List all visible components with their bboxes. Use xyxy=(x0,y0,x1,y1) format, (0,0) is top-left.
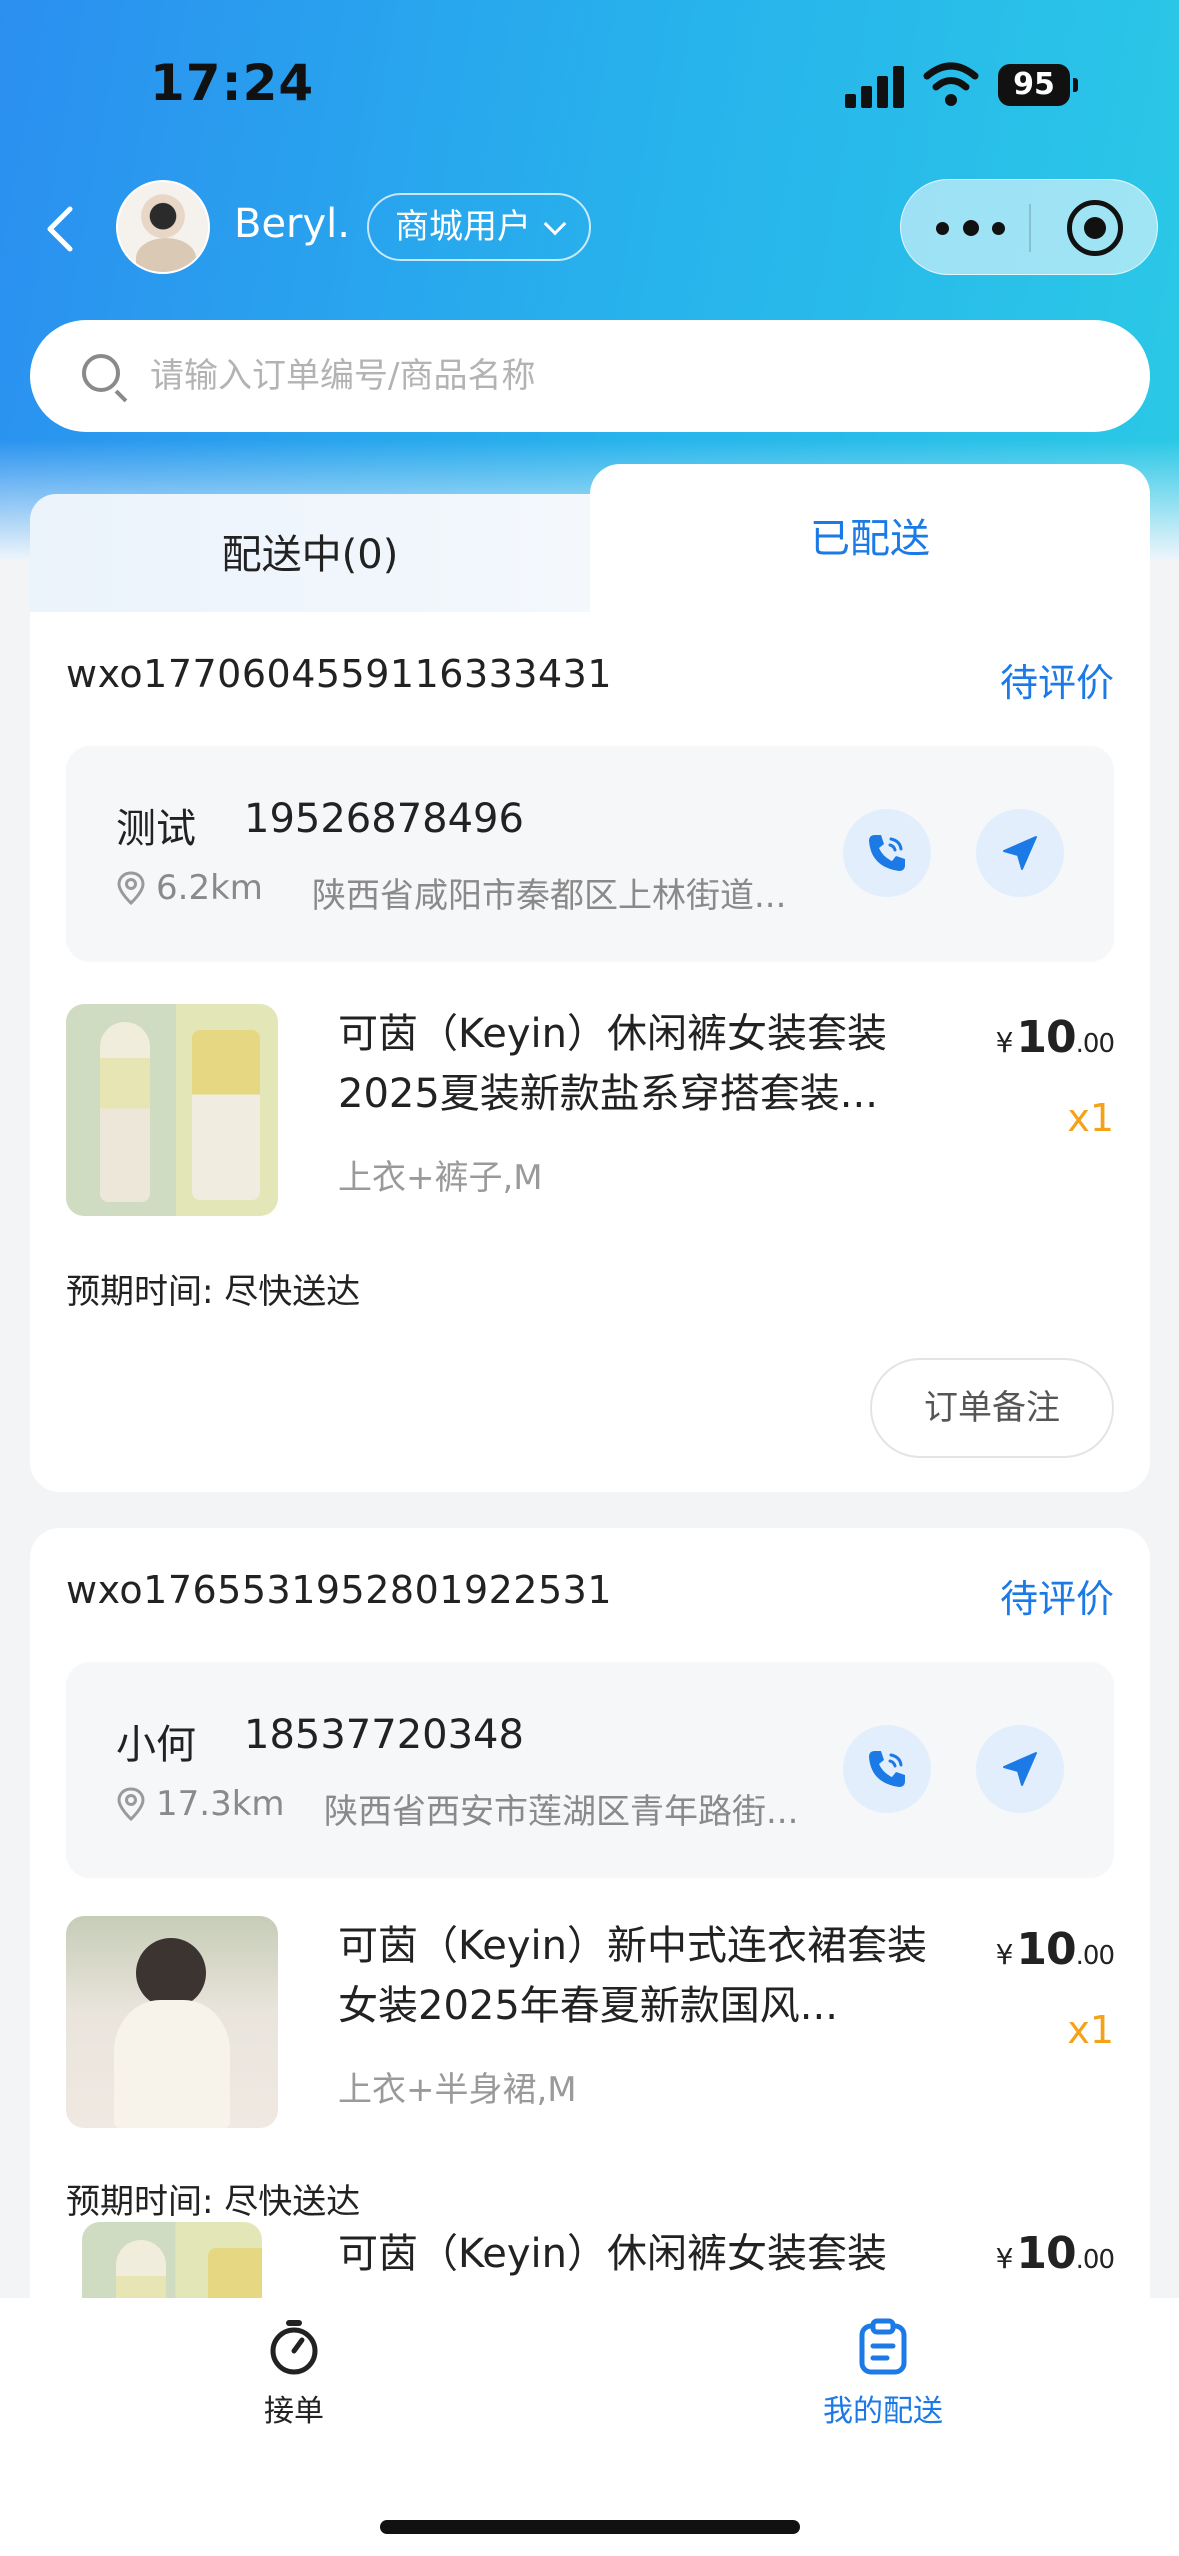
cellular-signal-icon xyxy=(845,64,905,108)
nav-bar: Beryl. 商城用户 xyxy=(0,175,1179,285)
navigation-arrow-icon xyxy=(1003,836,1037,870)
chevron-down-icon xyxy=(543,212,567,236)
product-image xyxy=(66,1004,278,1216)
search-input[interactable] xyxy=(150,320,1110,432)
call-button[interactable] xyxy=(843,1725,931,1813)
product-quantity: x1 xyxy=(1067,1096,1114,1140)
order-item[interactable]: 可茵（Keyin）休闲裤女装套装2025夏装新款盐系穿搭套装... 上衣+裤子,… xyxy=(66,1004,1115,1234)
delivery-tabs: 配送中(0) 已配送 xyxy=(30,464,1150,624)
receiver-name: 小何 xyxy=(116,1722,196,1768)
product-title: 可茵（Keyin）休闲裤女装套装2025夏装新款盐系穿搭套装... xyxy=(338,1011,887,1117)
receiver-address: 陕西省咸阳市秦都区上林街道... xyxy=(312,876,787,916)
call-button[interactable] xyxy=(843,809,931,897)
product-quantity: x1 xyxy=(1067,2008,1114,2052)
bottom-tab-bar: 接单 我的配送 xyxy=(0,2298,1179,2556)
order-item[interactable]: 可茵（Keyin）新中式连衣裙套装女装2025年春夏新款国风... 上衣+半身裙… xyxy=(66,1916,1115,2146)
phone-icon xyxy=(869,1751,905,1787)
tab-label: 接单 xyxy=(264,2394,324,2429)
receiver-address: 陕西省西安市莲湖区青年路街... xyxy=(324,1792,799,1832)
navigate-button[interactable] xyxy=(976,809,1064,897)
tab-my-deliveries[interactable]: 我的配送 xyxy=(783,2318,983,2430)
order-card: wxo1770604559116333431 待评价 测试 1952687849… xyxy=(30,612,1150,1492)
tab-delivering[interactable]: 配送中(0) xyxy=(30,494,590,624)
battery-indicator: 95 xyxy=(998,64,1078,106)
order-number: wxo1770604559116333431 xyxy=(66,652,613,696)
product-price: ¥10.00 xyxy=(995,2228,1115,2279)
location-pin-icon xyxy=(117,1787,145,1821)
product-title: 可茵（Keyin）新中式连衣裙套装女装2025年春夏新款国风... xyxy=(338,1923,927,2029)
receiver-name: 测试 xyxy=(116,806,196,852)
distance: 6.2km xyxy=(156,868,263,908)
home-indicator xyxy=(380,2520,800,2534)
product-title: 可茵（Keyin）休闲裤女装套装 xyxy=(338,2231,887,2277)
product-price: ¥10.00 xyxy=(995,1012,1115,1063)
receiver-info: 测试 19526878496 6.2km 陕西省咸阳市秦都区上林街道... xyxy=(66,746,1114,962)
clipboard-icon xyxy=(859,2318,907,2375)
order-number: wxo1765531952801922531 xyxy=(66,1568,613,1612)
distance: 17.3km xyxy=(156,1784,285,1824)
user-name: Beryl. xyxy=(234,201,350,247)
tab-delivered[interactable]: 已配送 xyxy=(590,464,1150,624)
more-dots-icon[interactable] xyxy=(936,218,1006,238)
search-bar xyxy=(30,320,1150,432)
wifi-icon xyxy=(923,62,979,106)
chevron-left-icon[interactable] xyxy=(40,205,80,253)
location-pin-icon xyxy=(117,871,145,905)
expected-time: 预期时间: 尽快送达 xyxy=(66,2182,361,2222)
avatar[interactable] xyxy=(116,180,210,274)
product-image xyxy=(66,1916,278,2128)
product-spec: 上衣+半身裙,M xyxy=(338,2070,577,2110)
order-remark-button[interactable]: 订单备注 xyxy=(870,1358,1114,1458)
receiver-phone: 18537720348 xyxy=(244,1712,524,1758)
receiver-phone: 19526878496 xyxy=(244,796,524,842)
expected-time: 预期时间: 尽快送达 xyxy=(66,1272,361,1312)
role-selector[interactable]: 商城用户 xyxy=(367,193,591,261)
miniprogram-capsule xyxy=(900,179,1158,275)
order-status: 待评价 xyxy=(999,1577,1114,1621)
receiver-info: 小何 18537720348 17.3km 陕西省西安市莲湖区青年路街... xyxy=(66,1662,1114,1878)
tab-take-orders[interactable]: 接单 xyxy=(194,2318,394,2430)
record-circle-icon[interactable] xyxy=(1067,200,1123,256)
status-time: 17:24 xyxy=(150,54,315,112)
tab-label: 我的配送 xyxy=(823,2394,943,2429)
search-icon xyxy=(82,354,120,392)
order-status: 待评价 xyxy=(999,661,1114,705)
product-price: ¥10.00 xyxy=(995,1924,1115,1975)
phone-icon xyxy=(869,835,905,871)
status-bar: 17:24 95 xyxy=(0,0,1179,170)
navigation-arrow-icon xyxy=(1003,1752,1037,1786)
role-label: 商城用户 xyxy=(395,207,531,247)
product-spec: 上衣+裤子,M xyxy=(338,1158,543,1198)
navigate-button[interactable] xyxy=(976,1725,1064,1813)
capsule-divider xyxy=(1029,204,1031,252)
stopwatch-icon xyxy=(270,2320,318,2375)
